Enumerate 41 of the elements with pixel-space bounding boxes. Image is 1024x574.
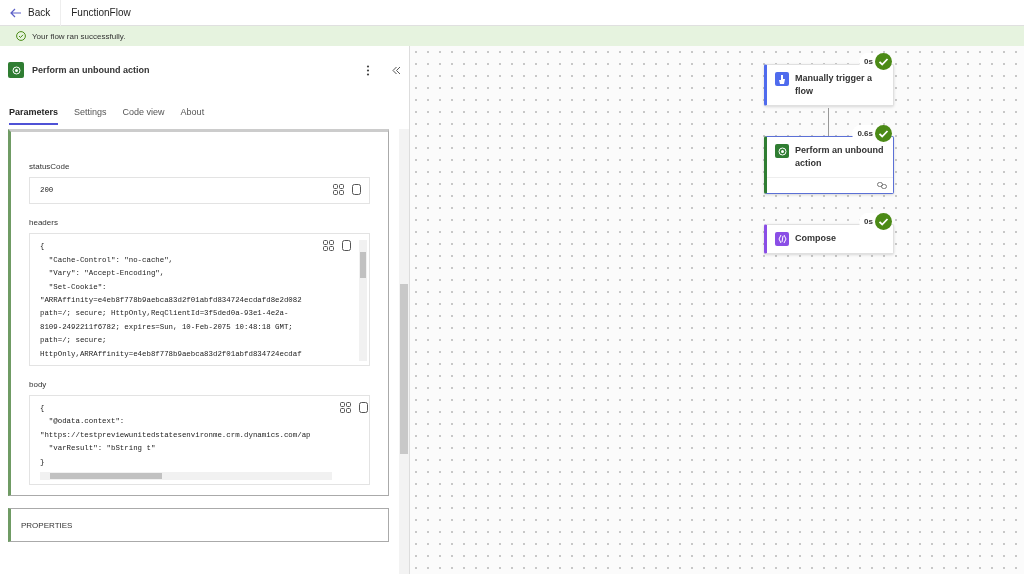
flow-step-card[interactable]: Perform an unbound action (764, 136, 894, 194)
step-title: Compose (795, 232, 836, 245)
step-title: Perform an unbound action (795, 144, 885, 170)
field-label: headers (29, 218, 59, 228)
copy-icon[interactable] (359, 402, 368, 414)
tab[interactable]: Settings (74, 100, 107, 125)
flow-title: FunctionFlow (70, 7, 131, 18)
connector-line (828, 108, 829, 136)
duration-label: 0s (864, 57, 873, 66)
link-icon (877, 182, 887, 189)
step-title: Manually trigger a flow (795, 72, 874, 98)
expand-icon[interactable] (340, 402, 351, 414)
horizontal-scrollbar[interactable] (40, 472, 332, 481)
more-options-icon[interactable] (366, 64, 370, 76)
check-circle-icon (16, 31, 26, 41)
collapse-icon[interactable] (392, 65, 401, 75)
back-arrow-icon (10, 7, 22, 18)
section-header[interactable]: PROPERTIES (8, 508, 389, 543)
tab[interactable]: Parameters (9, 100, 59, 125)
panel-scrollbar[interactable] (399, 129, 409, 574)
duration-label: 0.6s (857, 129, 873, 138)
copy-icon[interactable] (342, 240, 351, 252)
action-icon (775, 144, 789, 158)
expand-icon[interactable] (323, 240, 334, 252)
duration-label: 0s (864, 217, 873, 226)
flow-step-card[interactable]: Manually trigger a flow (764, 64, 894, 106)
trigger-icon (775, 72, 789, 86)
back-button[interactable]: Back (0, 0, 62, 26)
tab[interactable]: About (180, 100, 205, 125)
code-field[interactable] (29, 233, 370, 367)
flow-step-card[interactable]: Compose (764, 224, 894, 254)
field-label: body (29, 380, 48, 390)
compose-icon (775, 232, 789, 246)
expand-icon[interactable] (333, 184, 344, 195)
field-label: statusCode (29, 162, 71, 171)
vertical-scrollbar[interactable] (359, 240, 367, 362)
banner-message: Your flow ran successfully. (32, 31, 126, 41)
copy-icon[interactable] (352, 184, 361, 195)
panel-title: Perform an unbound action (32, 65, 151, 75)
action-icon (8, 62, 24, 78)
tab[interactable]: Code view (122, 100, 165, 125)
